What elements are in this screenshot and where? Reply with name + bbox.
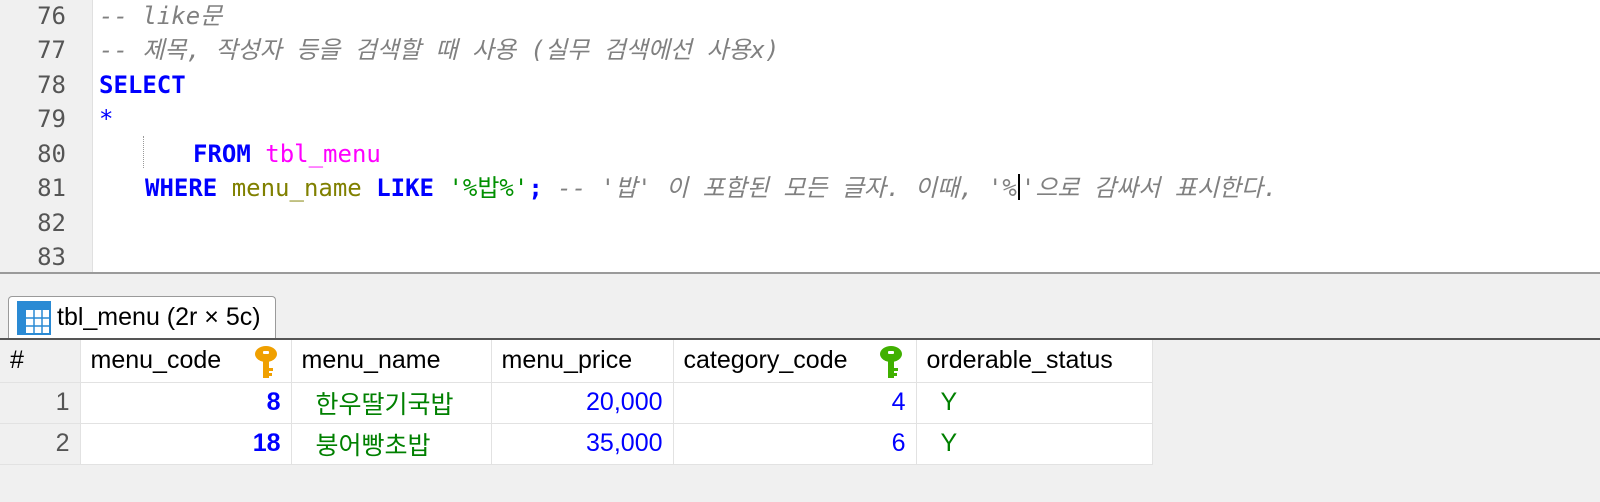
code-line-80[interactable]: FROM tbl_menu	[193, 138, 381, 170]
cell-menu-code[interactable]: 8	[80, 382, 292, 424]
line-number: 80	[37, 140, 66, 168]
cell-category-code[interactable]: 6	[673, 423, 917, 465]
inline-comment-part2: '으로 감싸서 표시한다.	[1020, 174, 1278, 202]
column-header-menu-code[interactable]: menu_code	[80, 340, 292, 383]
column-header-menu-price[interactable]: menu_price	[491, 340, 674, 383]
cell-menu-code[interactable]: 18	[80, 423, 292, 465]
code-line-77[interactable]: -- 제목, 작성자 등을 검색할 때 사용 (실무 검색에선 사용x)	[99, 34, 779, 66]
cell-menu-price[interactable]: 20,000	[491, 382, 674, 424]
cell-menu-name[interactable]: 붕어빵초밥	[291, 423, 492, 465]
line-number: 79	[37, 105, 66, 133]
table-row[interactable]: 1 8 한우딸기국밥 20,000 4 Y	[0, 382, 1153, 424]
column-name: menu_name	[231, 174, 362, 202]
code-line-79[interactable]: *	[99, 103, 113, 135]
grid-header-row: # menu_code menu_name menu_price categor…	[0, 340, 1153, 383]
line-number: 81	[37, 174, 66, 202]
table-name: tbl_menu	[265, 140, 381, 168]
line-number: 83	[37, 243, 66, 271]
where-keyword: WHERE	[145, 174, 218, 202]
column-header-label: menu_code	[90, 346, 222, 375]
indent-guide	[143, 136, 144, 168]
result-tab-label: tbl_menu (2r × 5c)	[57, 303, 261, 331]
line-number: 76	[37, 2, 66, 30]
table-grid-icon	[17, 300, 51, 335]
line-number: 77	[37, 36, 66, 64]
from-keyword: FROM	[193, 140, 251, 168]
line-number-gutter: 76 77 78 79 80 81 82 83	[0, 0, 93, 272]
line-number: 78	[37, 71, 66, 99]
cell-orderable-status[interactable]: Y	[916, 423, 1153, 465]
line-number: 82	[37, 209, 66, 237]
table-row[interactable]: 2 18 붕어빵초밥 35,000 6 Y	[0, 423, 1153, 465]
result-tab[interactable]: tbl_menu (2r × 5c)	[8, 296, 276, 338]
cell-category-code[interactable]: 4	[673, 382, 917, 424]
foreign-key-icon	[879, 346, 902, 378]
column-header-label: category_code	[683, 346, 848, 375]
sql-editor[interactable]: 76 77 78 79 80 81 82 83 -- like문 -- 제목, …	[0, 0, 1600, 272]
cell-menu-price[interactable]: 35,000	[491, 423, 674, 465]
row-number: 2	[0, 423, 81, 465]
text-caret	[1017, 174, 1020, 200]
like-keyword: LIKE	[376, 174, 434, 202]
column-header-orderable-status[interactable]: orderable_status	[916, 340, 1153, 383]
result-grid[interactable]: # menu_code menu_name menu_price categor…	[0, 340, 1153, 465]
cell-orderable-status[interactable]: Y	[916, 382, 1153, 424]
string-literal: '%밥%'	[448, 174, 529, 202]
code-line-76[interactable]: -- like문	[99, 0, 222, 32]
column-header-menu-name[interactable]: menu_name	[291, 340, 492, 383]
row-number: 1	[0, 382, 81, 424]
column-header-category-code[interactable]: category_code	[673, 340, 917, 383]
code-line-78[interactable]: SELECT	[99, 69, 186, 101]
primary-key-icon	[254, 346, 277, 378]
inline-comment-part1: -- '밥' 이 포함된 모든 글자. 이때, '%	[557, 174, 1017, 202]
code-line-81[interactable]: WHERE menu_name LIKE '%밥%'; -- '밥' 이 포함된…	[145, 172, 1277, 204]
cell-menu-name[interactable]: 한우딸기국밥	[291, 382, 492, 424]
column-header-rownum[interactable]: #	[0, 340, 81, 383]
semicolon: ;	[528, 174, 543, 202]
